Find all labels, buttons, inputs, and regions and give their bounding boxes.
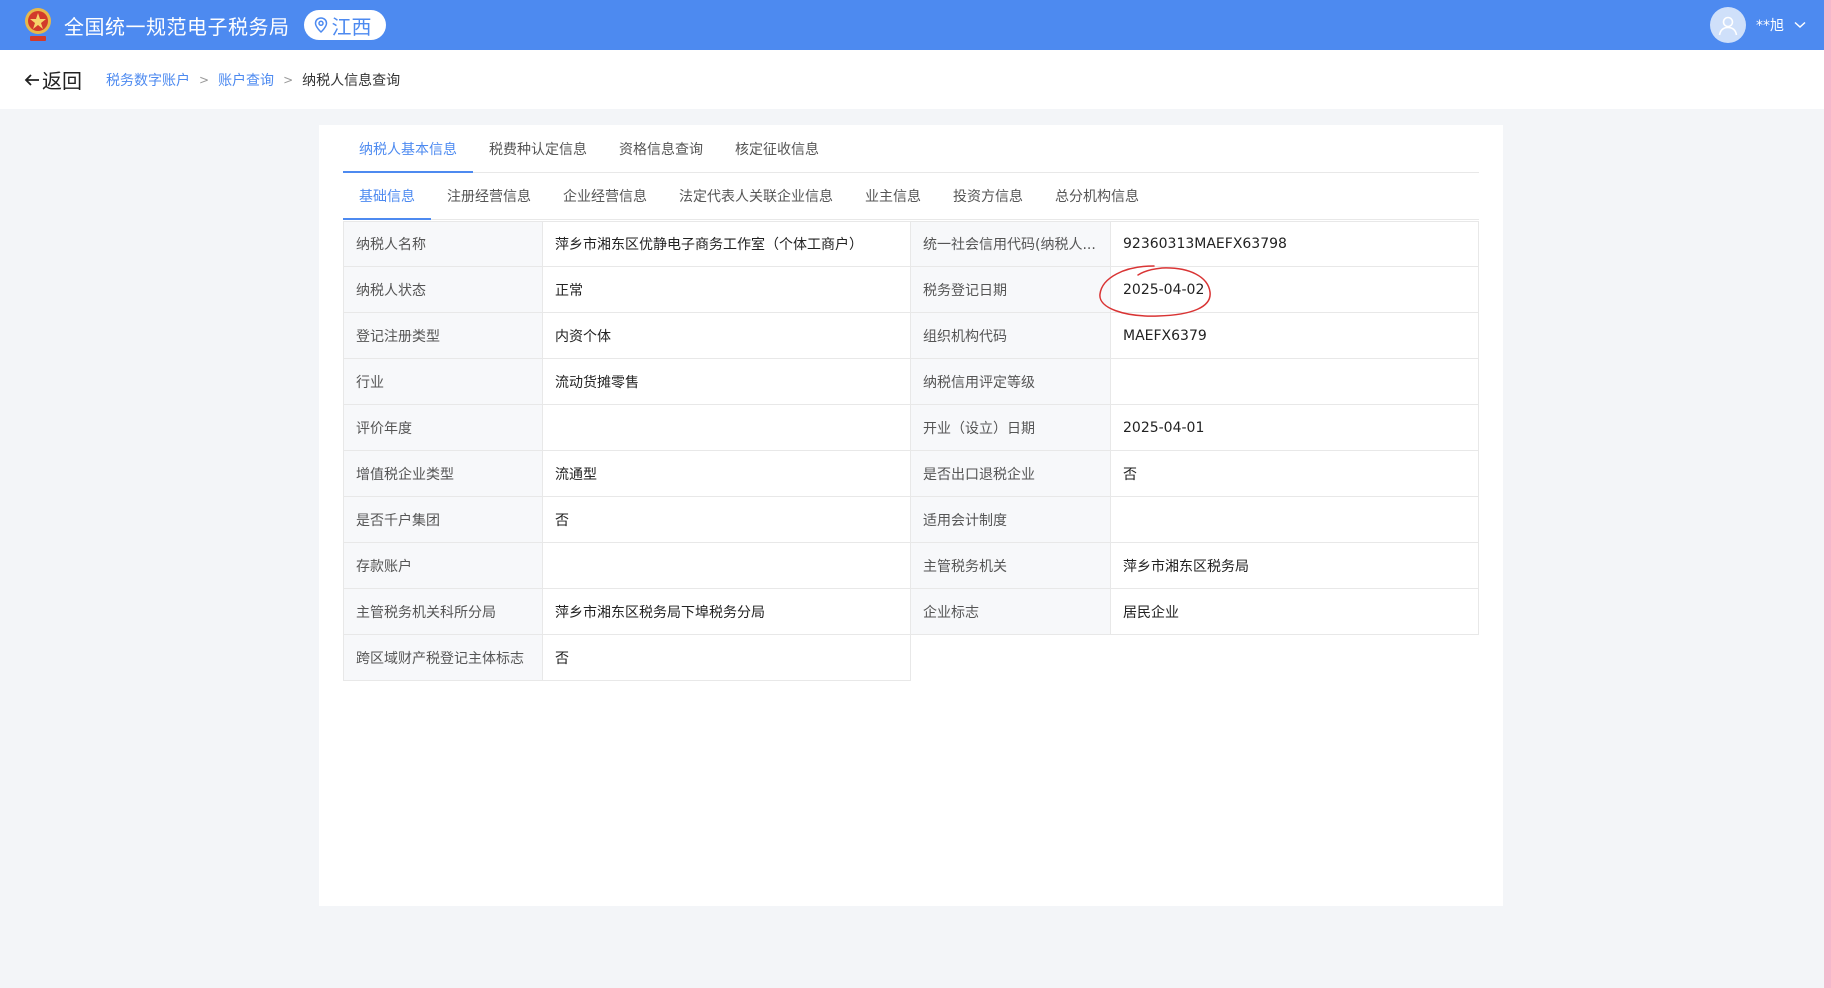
primary-tabs: 纳税人基本信息 税费种认定信息 资格信息查询 核定征收信息 bbox=[343, 125, 1479, 173]
top-header: 全国统一规范电子税务局 江西 **旭 bbox=[0, 0, 1824, 50]
field-label: 是否千户集团 bbox=[343, 497, 543, 543]
field-value bbox=[1111, 359, 1479, 405]
tab-owner-info[interactable]: 业主信息 bbox=[849, 173, 937, 219]
field-value bbox=[543, 543, 911, 589]
chevron-down-icon[interactable] bbox=[1794, 21, 1806, 29]
field-value: 流动货摊零售 bbox=[543, 359, 911, 405]
field-label: 登记注册类型 bbox=[343, 313, 543, 359]
user-name[interactable]: **旭 bbox=[1756, 15, 1784, 35]
field-value: 流通型 bbox=[543, 451, 911, 497]
field-label: 适用会计制度 bbox=[911, 497, 1111, 543]
table-row: 跨区域财产税登记主体标志 否 bbox=[343, 635, 1479, 681]
region-selector[interactable]: 江西 bbox=[303, 10, 386, 40]
field-label: 评价年度 bbox=[343, 405, 543, 451]
field-value: 正常 bbox=[543, 267, 911, 313]
field-value: 2025-04-02 bbox=[1111, 267, 1479, 313]
tab-taxpayer-basic-info[interactable]: 纳税人基本信息 bbox=[343, 125, 473, 173]
field-value: 内资个体 bbox=[543, 313, 911, 359]
field-label: 组织机构代码 bbox=[911, 313, 1111, 359]
map-pin-icon bbox=[314, 17, 327, 33]
tab-investor-info[interactable]: 投资方信息 bbox=[937, 173, 1039, 219]
field-label: 统一社会信用代码(纳税人... bbox=[911, 221, 1111, 267]
breadcrumb-item-account-query[interactable]: 账户查询 bbox=[218, 70, 274, 90]
table-row: 纳税人名称 萍乡市湘东区优静电子商务工作室（个体工商户） 统一社会信用代码(纳税… bbox=[343, 221, 1479, 267]
field-value: 否 bbox=[543, 497, 911, 543]
user-icon bbox=[1718, 16, 1738, 36]
table-row: 评价年度 开业（设立）日期 2025-04-01 bbox=[343, 405, 1479, 451]
field-value: 92360313MAEFX63798 bbox=[1111, 221, 1479, 267]
field-label: 主管税务机关 bbox=[911, 543, 1111, 589]
breadcrumb-item-current: 纳税人信息查询 bbox=[302, 72, 401, 89]
table-row: 增值税企业类型 流通型 是否出口退税企业 否 bbox=[343, 451, 1479, 497]
field-value: 否 bbox=[1111, 451, 1479, 497]
field-value: 居民企业 bbox=[1111, 589, 1479, 635]
field-value: 萍乡市湘东区税务局 bbox=[1111, 543, 1479, 589]
tab-business-operation-info[interactable]: 企业经营信息 bbox=[547, 173, 663, 219]
secondary-tabs: 基础信息 注册经营信息 企业经营信息 法定代表人关联企业信息 业主信息 投资方信… bbox=[343, 173, 1479, 220]
table-row: 登记注册类型 内资个体 组织机构代码 MAEFX6379 bbox=[343, 313, 1479, 359]
field-value bbox=[1111, 497, 1479, 543]
field-label: 是否出口退税企业 bbox=[911, 451, 1111, 497]
chevron-right-icon: > bbox=[199, 72, 210, 87]
field-value: 2025-04-01 bbox=[1111, 405, 1479, 451]
app-title: 全国统一规范电子税务局 bbox=[64, 14, 290, 39]
region-label: 江西 bbox=[331, 14, 372, 39]
table-row: 纳税人状态 正常 税务登记日期 2025-04-02 bbox=[343, 267, 1479, 313]
tab-branch-info[interactable]: 总分机构信息 bbox=[1039, 173, 1155, 219]
window-edge-strip bbox=[1824, 0, 1831, 988]
tab-tax-type-recognition[interactable]: 税费种认定信息 bbox=[473, 125, 603, 172]
field-value: 否 bbox=[543, 635, 911, 681]
sub-header: 返回 税务数字账户 > 账户查询 > 纳税人信息查询 bbox=[0, 50, 1824, 109]
field-label: 企业标志 bbox=[911, 589, 1111, 635]
table-row: 行业 流动货摊零售 纳税信用评定等级 bbox=[343, 359, 1479, 405]
tab-registration-info[interactable]: 注册经营信息 bbox=[431, 173, 547, 219]
back-label: 返回 bbox=[42, 69, 82, 93]
field-label: 纳税人名称 bbox=[343, 221, 543, 267]
table-row: 存款账户 主管税务机关 萍乡市湘东区税务局 bbox=[343, 543, 1479, 589]
breadcrumb: 税务数字账户 > 账户查询 > 纳税人信息查询 bbox=[106, 70, 400, 90]
field-value: MAEFX6379 bbox=[1111, 313, 1479, 359]
tab-basic-info[interactable]: 基础信息 bbox=[343, 173, 431, 220]
tab-legal-rep-related-companies[interactable]: 法定代表人关联企业信息 bbox=[663, 173, 849, 219]
user-menu[interactable]: **旭 bbox=[1710, 0, 1806, 50]
field-value: 萍乡市湘东区税务局下埠税务分局 bbox=[543, 589, 911, 635]
field-label: 增值税企业类型 bbox=[343, 451, 543, 497]
breadcrumb-item-tax-account[interactable]: 税务数字账户 bbox=[106, 70, 190, 90]
field-value: 萍乡市湘东区优静电子商务工作室（个体工商户） bbox=[543, 221, 911, 267]
field-label: 税务登记日期 bbox=[911, 267, 1111, 313]
tab-qualification-query[interactable]: 资格信息查询 bbox=[603, 125, 719, 172]
tab-assessed-collection[interactable]: 核定征收信息 bbox=[719, 125, 835, 172]
field-label: 存款账户 bbox=[343, 543, 543, 589]
field-label: 跨区域财产税登记主体标志 bbox=[343, 635, 543, 681]
avatar[interactable] bbox=[1710, 7, 1746, 43]
tax-emblem-icon bbox=[20, 5, 56, 45]
table-row: 主管税务机关科所分局 萍乡市湘东区税务局下埠税务分局 企业标志 居民企业 bbox=[343, 589, 1479, 635]
field-label: 行业 bbox=[343, 359, 543, 405]
arrow-left-icon bbox=[24, 73, 39, 86]
taxpayer-info-card: 纳税人基本信息 税费种认定信息 资格信息查询 核定征收信息 基础信息 注册经营信… bbox=[319, 125, 1503, 906]
table-row: 是否千户集团 否 适用会计制度 bbox=[343, 497, 1479, 543]
field-label: 纳税信用评定等级 bbox=[911, 359, 1111, 405]
field-label: 主管税务机关科所分局 bbox=[343, 589, 543, 635]
chevron-right-icon: > bbox=[283, 72, 294, 87]
back-button[interactable]: 返回 bbox=[24, 65, 82, 94]
info-table: 纳税人名称 萍乡市湘东区优静电子商务工作室（个体工商户） 统一社会信用代码(纳税… bbox=[343, 221, 1479, 681]
field-value bbox=[543, 405, 911, 451]
field-label: 纳税人状态 bbox=[343, 267, 543, 313]
field-label: 开业（设立）日期 bbox=[911, 405, 1111, 451]
